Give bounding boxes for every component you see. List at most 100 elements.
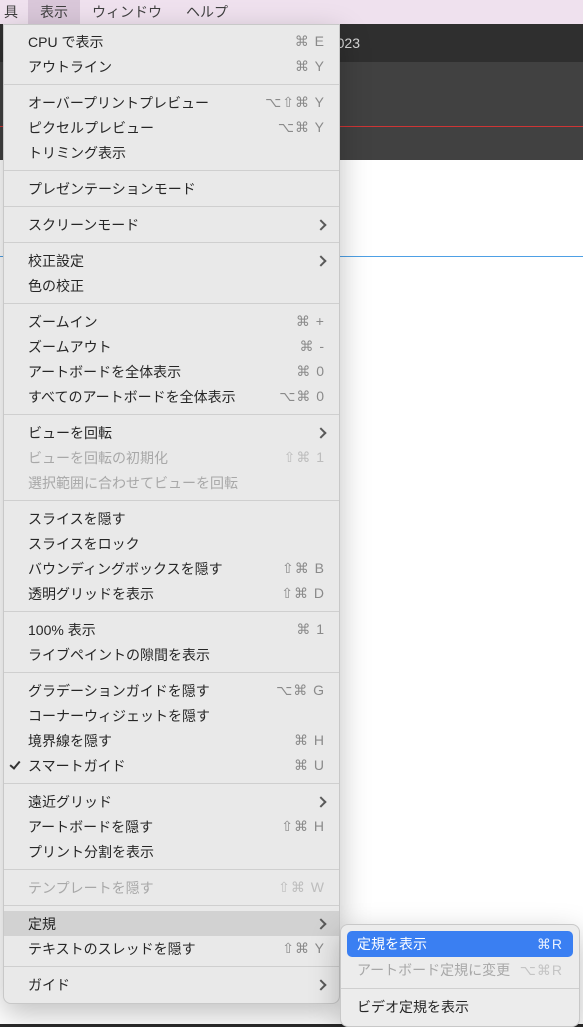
menu-separator — [4, 966, 339, 967]
menu-item[interactable]: グラデーションガイドを隠す⌥⌘ G — [4, 678, 339, 703]
menu-item-shortcut: ⇧⌘ Y — [282, 940, 325, 957]
menu-item-label: 定規 — [28, 914, 317, 934]
menu-item[interactable]: ビューを回転 — [4, 420, 339, 445]
menu-item[interactable]: ピクセルプレビュー⌥⌘ Y — [4, 115, 339, 140]
menu-item-label: アートボードを隠す — [28, 817, 281, 837]
menu-item-label: コーナーウィジェットを隠す — [28, 706, 325, 726]
submenu-item[interactable]: ビデオ定規を表示 — [341, 994, 579, 1020]
menu-item-label: 遠近グリッド — [28, 792, 317, 812]
menu-item-label: スライスをロック — [28, 534, 325, 554]
menu-separator — [4, 783, 339, 784]
submenu-item-label: アートボード定規に変更 — [357, 960, 520, 980]
menubar-item[interactable]: ヘルプ — [174, 0, 240, 24]
menu-item-label: プリント分割を表示 — [28, 842, 325, 862]
menu-item[interactable]: ガイド — [4, 972, 339, 997]
menu-item[interactable]: アートボードを隠す⇧⌘ H — [4, 814, 339, 839]
menu-item-label: ビューを回転の初期化 — [28, 448, 284, 468]
menu-item[interactable]: 境界線を隠す⌘ H — [4, 728, 339, 753]
menubar: 具表示ウィンドウヘルプ — [0, 0, 583, 24]
menu-item-shortcut: ⌥⌘ 0 — [279, 388, 325, 405]
menu-item[interactable]: 遠近グリッド — [4, 789, 339, 814]
menu-item[interactable]: ズームイン⌘ + — [4, 309, 339, 334]
submenu-item[interactable]: 定規を表示⌘R — [347, 931, 573, 957]
menu-item[interactable]: ライブペイントの隙間を表示 — [4, 642, 339, 667]
submenu-item-label: ビデオ定規を表示 — [357, 997, 563, 1017]
menu-item-shortcut: ⌘ 0 — [296, 363, 325, 380]
menu-separator — [4, 611, 339, 612]
menu-item[interactable]: スマートガイド⌘ U — [4, 753, 339, 778]
menu-item-label: ガイド — [28, 975, 317, 995]
menu-separator — [4, 84, 339, 85]
menu-item-shortcut: ⌘ + — [296, 313, 325, 330]
menu-item[interactable]: アートボードを全体表示⌘ 0 — [4, 359, 339, 384]
menu-item-shortcut: ⇧⌘ H — [281, 818, 325, 835]
menu-item[interactable]: すべてのアートボードを全体表示⌥⌘ 0 — [4, 384, 339, 409]
menu-item[interactable]: 校正設定 — [4, 248, 339, 273]
menu-item[interactable]: ズームアウト⌘ - — [4, 334, 339, 359]
menu-item-label: ライブペイントの隙間を表示 — [28, 645, 325, 665]
chevron-right-icon — [315, 219, 326, 230]
menu-item-label: 校正設定 — [28, 251, 317, 271]
menu-item-label: スマートガイド — [28, 756, 294, 776]
menu-item-shortcut: ⇧⌘ W — [278, 879, 325, 896]
menu-item-label: ピクセルプレビュー — [28, 118, 278, 138]
menu-item-label: 色の校正 — [28, 276, 325, 296]
menu-separator — [4, 242, 339, 243]
menu-item[interactable]: 透明グリッドを表示⇧⌘ D — [4, 581, 339, 606]
menu-item-shortcut: ⌘ - — [299, 338, 325, 355]
rulers-submenu: 定規を表示⌘Rアートボード定規に変更⌥⌘Rビデオ定規を表示 — [340, 924, 580, 1027]
menu-item-label: テキストのスレッドを隠す — [28, 939, 282, 959]
menu-separator — [4, 869, 339, 870]
menu-item-label: プレゼンテーションモード — [28, 179, 325, 199]
menu-separator — [4, 672, 339, 673]
menu-item-label: バウンディングボックスを隠す — [28, 559, 282, 579]
menu-item[interactable]: スクリーンモード — [4, 212, 339, 237]
menu-item[interactable]: バウンディングボックスを隠す⇧⌘ B — [4, 556, 339, 581]
menu-item-shortcut: ⌘ U — [294, 757, 325, 774]
menu-item-label: ズームアウト — [28, 337, 299, 357]
menu-item[interactable]: トリミング表示 — [4, 140, 339, 165]
menu-item[interactable]: プリント分割を表示 — [4, 839, 339, 864]
menu-item-label: トリミング表示 — [28, 143, 325, 163]
menu-item-label: アウトライン — [28, 57, 295, 77]
menu-item-shortcut: ⌥⌘ G — [276, 682, 325, 699]
menu-item-label: アートボードを全体表示 — [28, 362, 296, 382]
submenu-item-shortcut: ⌘R — [537, 936, 563, 953]
menu-item[interactable]: CPU で表示⌘ E — [4, 29, 339, 54]
menu-item: 選択範囲に合わせてビューを回転 — [4, 470, 339, 495]
menu-item[interactable]: オーバープリントプレビュー⌥⇧⌘ Y — [4, 90, 339, 115]
submenu-item: アートボード定規に変更⌥⌘R — [341, 957, 579, 983]
menu-item[interactable]: スライスをロック — [4, 531, 339, 556]
menu-item-label: ビューを回転 — [28, 423, 317, 443]
menu-item[interactable]: 100% 表示⌘ 1 — [4, 617, 339, 642]
menu-separator — [4, 303, 339, 304]
menu-separator — [4, 905, 339, 906]
menu-item-label: スクリーンモード — [28, 215, 317, 235]
menu-item-label: 100% 表示 — [28, 620, 296, 640]
menu-item[interactable]: 定規 — [4, 911, 339, 936]
menu-item: ビューを回転の初期化⇧⌘ 1 — [4, 445, 339, 470]
submenu-item-shortcut: ⌥⌘R — [520, 962, 563, 979]
menubar-item[interactable]: 具 — [0, 0, 28, 24]
chevron-right-icon — [315, 255, 326, 266]
menu-item-label: 選択範囲に合わせてビューを回転 — [28, 473, 325, 493]
menu-item-shortcut: ⇧⌘ B — [282, 560, 325, 577]
menu-item[interactable]: コーナーウィジェットを隠す — [4, 703, 339, 728]
menu-item[interactable]: 色の校正 — [4, 273, 339, 298]
menu-item-label: 境界線を隠す — [28, 731, 294, 751]
menu-item[interactable]: アウトライン⌘ Y — [4, 54, 339, 79]
menu-item[interactable]: スライスを隠す — [4, 506, 339, 531]
menu-item-label: ズームイン — [28, 312, 296, 332]
menu-item[interactable]: プレゼンテーションモード — [4, 176, 339, 201]
submenu-item-label: 定規を表示 — [357, 934, 537, 954]
menubar-item[interactable]: 表示 — [28, 0, 80, 24]
chevron-right-icon — [315, 427, 326, 438]
menu-item[interactable]: テキストのスレッドを隠す⇧⌘ Y — [4, 936, 339, 961]
menubar-item[interactable]: ウィンドウ — [80, 0, 174, 24]
menu-item-shortcut: ⇧⌘ 1 — [284, 449, 325, 466]
menu-item: テンプレートを隠す⇧⌘ W — [4, 875, 339, 900]
menu-item-shortcut: ⇧⌘ D — [281, 585, 325, 602]
menu-item-label: オーバープリントプレビュー — [28, 93, 265, 113]
chevron-right-icon — [315, 918, 326, 929]
menu-item-shortcut: ⌘ 1 — [296, 621, 325, 638]
